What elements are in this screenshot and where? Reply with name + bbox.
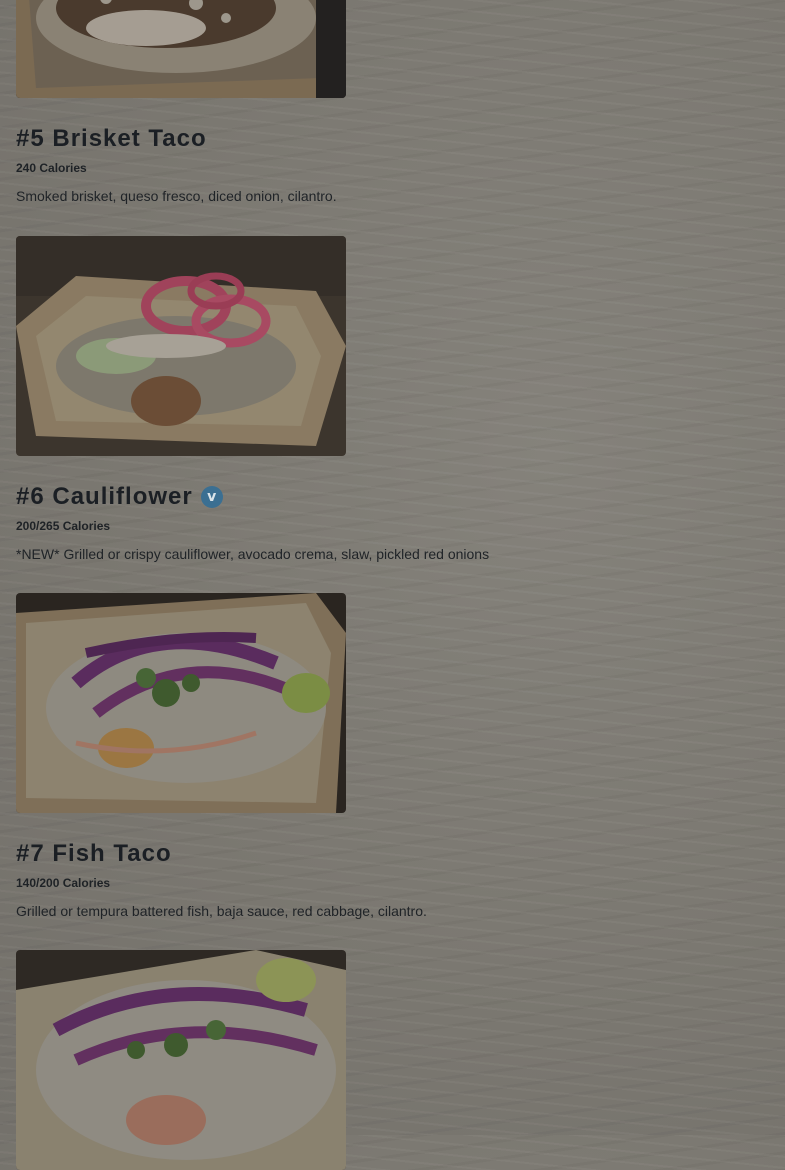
menu-item-calories: 140/200 Calories: [16, 876, 111, 890]
menu-item-title: #5 Brisket Taco: [16, 125, 207, 152]
menu-item-title-row: #7 Fish Taco: [16, 839, 776, 869]
menu-item-title: #7 Fish Taco: [16, 840, 172, 867]
brisket-taco-photo[interactable]: [16, 0, 346, 98]
menu-item-calories: 240 Calories: [16, 161, 87, 175]
cauliflower-taco-photo[interactable]: [16, 236, 346, 456]
menu-item-title-row: #6 Cauliflower v: [16, 482, 776, 512]
menu-item-title-row: #5 Brisket Taco: [16, 124, 776, 154]
menu-item-calories: 200/265 Calories: [16, 519, 111, 533]
vegetarian-icon: v: [200, 486, 223, 508]
cauliflower-taco-image: [16, 236, 346, 456]
fish-taco-photo[interactable]: [16, 593, 346, 813]
menu-item-description: Smoked brisket, queso fresco, diced onio…: [16, 188, 337, 204]
shrimp-taco-photo[interactable]: [16, 950, 346, 1170]
menu-item-fish-taco[interactable]: #7 Fish Taco 140/200 Calories Grilled or…: [16, 593, 776, 919]
menu-item-description: Grilled or tempura battered fish, baja s…: [16, 903, 427, 919]
menu-item-description: *NEW* Grilled or crispy cauliflower, avo…: [16, 546, 490, 562]
menu-item-title: #6 Cauliflower: [16, 483, 193, 510]
fish-taco-image: [16, 593, 346, 813]
next-taco-image: [16, 950, 346, 1170]
menu-item-brisket-taco[interactable]: #5 Brisket Taco 240 Calories Smoked bris…: [16, 0, 776, 204]
menu-item-next[interactable]: [16, 950, 776, 1170]
brisket-taco-image: [16, 0, 346, 98]
menu-item-cauliflower[interactable]: #6 Cauliflower v 200/265 Calories *NEW* …: [16, 236, 776, 562]
